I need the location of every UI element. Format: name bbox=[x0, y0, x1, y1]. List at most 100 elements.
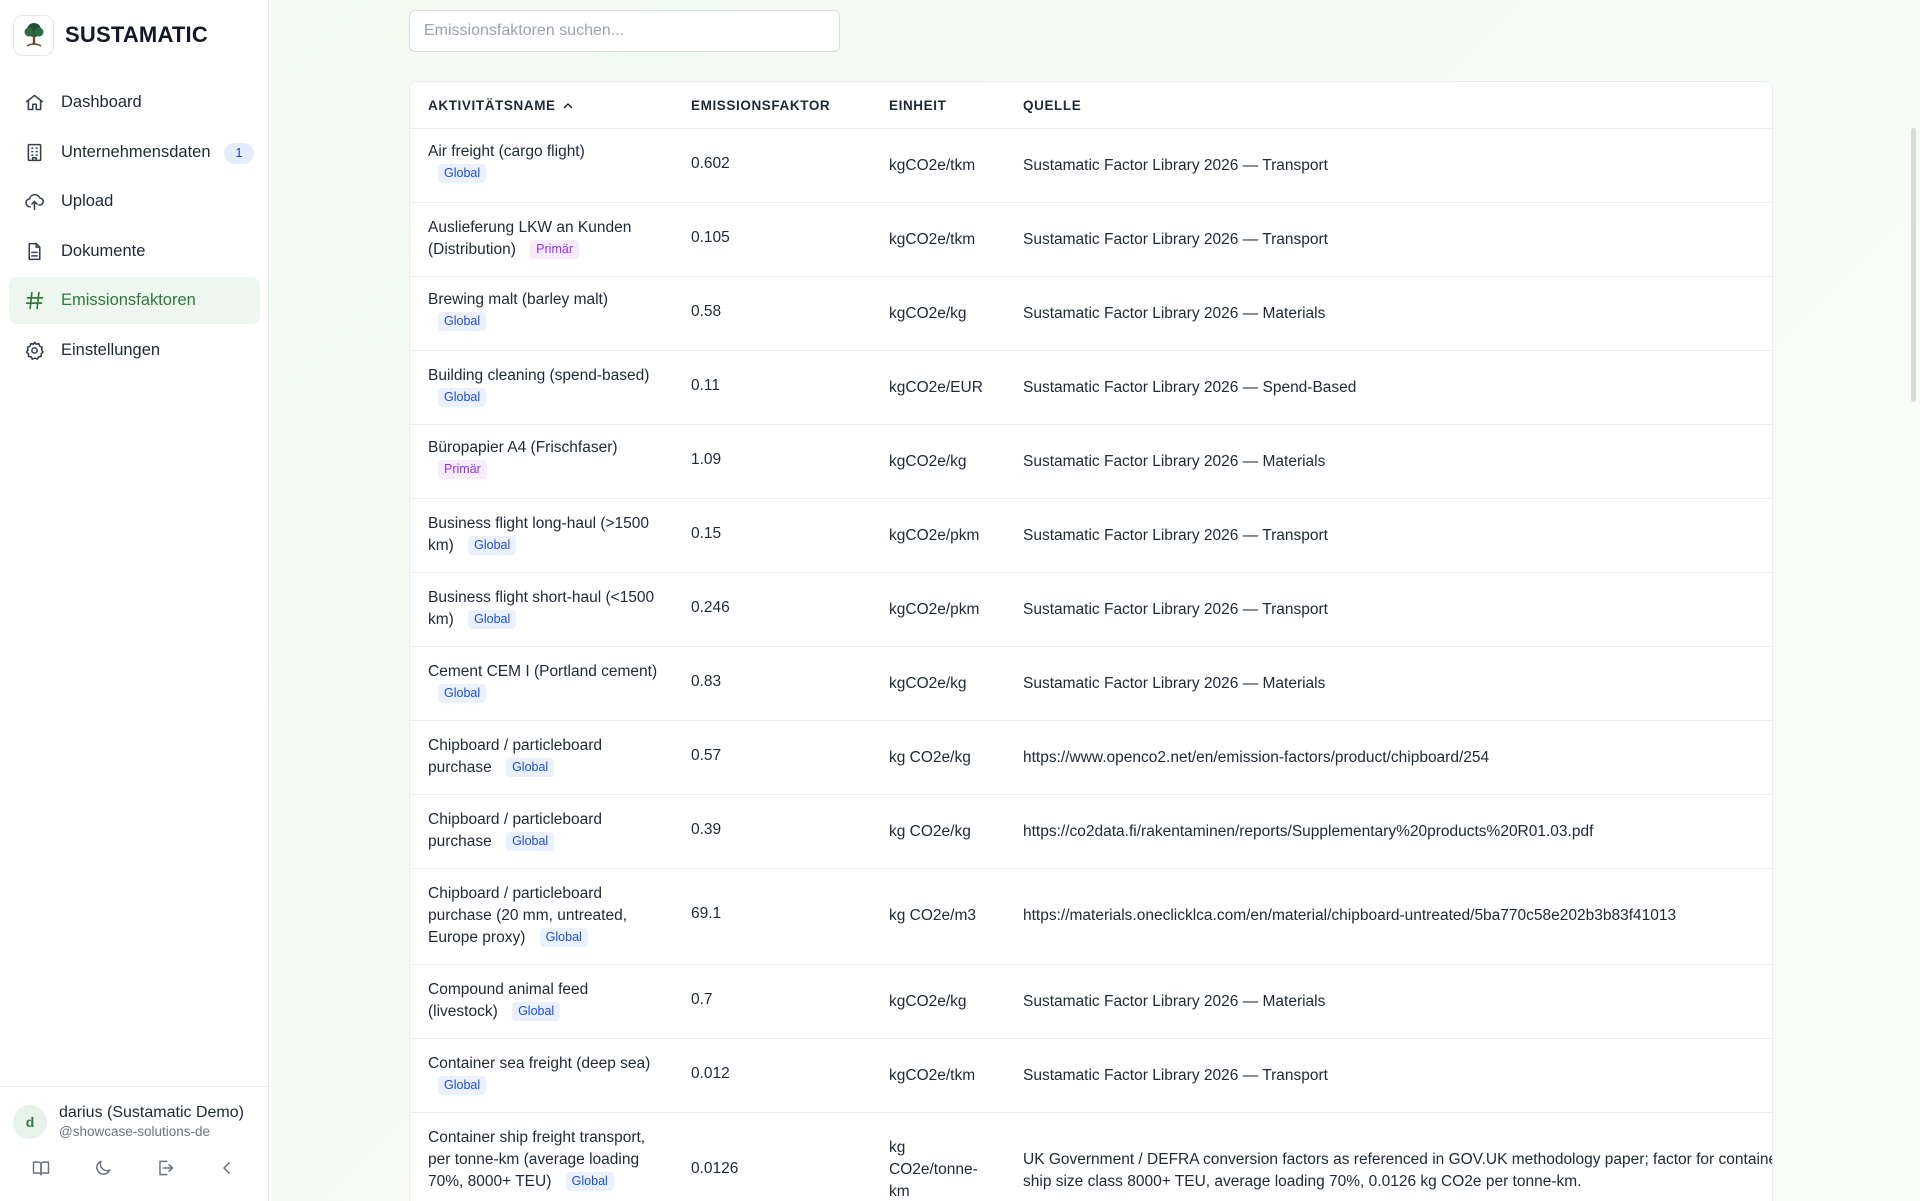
nav-item-einstellungen[interactable]: Einstellungen bbox=[9, 327, 260, 374]
scope-tag: Global bbox=[468, 610, 517, 629]
activity-name-text: Business flight short-haul (<1500 km) bbox=[428, 589, 655, 628]
search-input[interactable] bbox=[409, 10, 840, 52]
scope-tag: Global bbox=[438, 164, 487, 183]
source: https://co2data.fi/rakentaminen/reports/… bbox=[1023, 823, 1594, 840]
table-row[interactable]: Business flight short-haul (<1500 km) Gl… bbox=[410, 572, 1772, 646]
column-header-factor[interactable]: EMISSIONSFAKTOR bbox=[691, 98, 830, 113]
activity-name: Chipboard / particleboard purchase Globa… bbox=[428, 735, 658, 779]
table-row[interactable]: Chipboard / particleboard purchase Globa… bbox=[410, 720, 1772, 794]
nav-label: Einstellungen bbox=[61, 340, 161, 359]
nav-label: Upload bbox=[61, 192, 114, 210]
scope-tag: Global bbox=[438, 684, 487, 703]
source: Sustamatic Factor Library 2026 — Transpo… bbox=[1023, 1067, 1328, 1084]
user-handle: @showcase-solutions-de bbox=[59, 1124, 211, 1139]
emission-factor: 0.57 bbox=[691, 747, 722, 764]
hash-icon bbox=[25, 291, 44, 310]
activity-name: Business flight long-haul (>1500 km) Glo… bbox=[428, 513, 658, 557]
column-header-source[interactable]: QUELLE bbox=[1023, 98, 1081, 113]
activity-name: Building cleaning (spend-based) Global bbox=[428, 365, 658, 409]
table-row[interactable]: Building cleaning (spend-based) Global 0… bbox=[410, 350, 1772, 424]
column-header-unit[interactable]: EINHEIT bbox=[889, 98, 946, 113]
nav-item-dashboard[interactable]: Dashboard bbox=[9, 79, 260, 126]
unit: kgCO2e/pkm bbox=[889, 527, 980, 544]
avatar: d bbox=[13, 1104, 47, 1139]
activity-name: Brewing malt (barley malt) Global bbox=[428, 289, 658, 333]
nav-item-dokumente[interactable]: Dokumente bbox=[9, 228, 260, 275]
nav-item-upload[interactable]: Upload bbox=[9, 178, 260, 225]
column-header-label: AKTIVITÄTSNAME bbox=[428, 98, 556, 113]
brand[interactable]: SUSTAMATIC bbox=[13, 14, 208, 56]
table-row[interactable]: Chipboard / particleboard purchase (20 m… bbox=[410, 868, 1772, 964]
table-row[interactable]: Compound animal feed (livestock) Global … bbox=[410, 964, 1772, 1038]
emission-factors-table: AKTIVITÄTSNAME EMISSIONSFAKTOR EINHEIT Q… bbox=[409, 81, 1773, 1201]
activity-name-text: Container sea freight (deep sea) bbox=[428, 1055, 651, 1072]
scope-tag: Global bbox=[565, 1172, 614, 1191]
activity-name-text: Business flight long-haul (>1500 km) bbox=[428, 515, 650, 554]
unit: kgCO2e/kg bbox=[889, 305, 967, 322]
unit: kg CO2e/m3 bbox=[889, 907, 977, 924]
table-row[interactable]: Container ship freight transport, per to… bbox=[410, 1112, 1772, 1201]
gear-icon bbox=[25, 340, 44, 360]
table-header: AKTIVITÄTSNAME EMISSIONSFAKTOR EINHEIT Q… bbox=[410, 82, 1772, 128]
source: Sustamatic Factor Library 2026 — Materia… bbox=[1023, 675, 1326, 692]
scope-tag: Global bbox=[506, 758, 555, 777]
emission-factor: 0.15 bbox=[691, 525, 722, 542]
activity-name-text: Büropapier A4 (Frischfaser) bbox=[428, 439, 618, 456]
nav-label: Dokumente bbox=[61, 241, 146, 260]
nav-label: Dashboard bbox=[61, 93, 142, 111]
home-icon bbox=[25, 94, 44, 111]
table-row[interactable]: Air freight (cargo flight) Global 0.602 … bbox=[410, 128, 1772, 202]
nav-item-emissionsfaktoren[interactable]: Emissionsfaktoren bbox=[9, 277, 260, 324]
source: Sustamatic Factor Library 2026 — Transpo… bbox=[1023, 527, 1328, 544]
sidebar: SUSTAMATIC Dashboard Unternehmensdaten 1… bbox=[0, 0, 269, 1201]
scope-tag: Primär bbox=[530, 240, 579, 259]
unit: kg CO2e/kg bbox=[889, 823, 971, 840]
table-row[interactable]: Business flight long-haul (>1500 km) Glo… bbox=[410, 498, 1772, 572]
source: https://materials.oneclicklca.com/en/mat… bbox=[1023, 907, 1677, 924]
scope-tag: Global bbox=[438, 1076, 487, 1095]
source: Sustamatic Factor Library 2026 — Spend-B… bbox=[1023, 379, 1357, 396]
book-icon[interactable] bbox=[30, 1157, 52, 1179]
activity-name: Büropapier A4 (Frischfaser) Primär bbox=[428, 437, 658, 481]
building-icon bbox=[27, 143, 42, 161]
activity-name: Container sea freight (deep sea) Global bbox=[428, 1053, 658, 1097]
emission-factor: 69.1 bbox=[691, 905, 722, 922]
column-header-name[interactable]: AKTIVITÄTSNAME bbox=[428, 98, 574, 113]
chevron-left-icon[interactable] bbox=[216, 1157, 238, 1179]
moon-icon[interactable] bbox=[92, 1157, 114, 1179]
emission-factor: 0.012 bbox=[691, 1065, 730, 1082]
emission-factor: 0.83 bbox=[691, 673, 722, 690]
unit: kgCO2e/tkm bbox=[889, 157, 976, 174]
emission-factor: 0.39 bbox=[691, 821, 722, 838]
nav-label: Unternehmensdaten bbox=[61, 142, 211, 161]
brand-name: SUSTAMATIC bbox=[65, 22, 208, 47]
nav-item-unternehmensdaten[interactable]: Unternehmensdaten 1 bbox=[9, 129, 260, 176]
table-row[interactable]: Chipboard / particleboard purchase Globa… bbox=[410, 794, 1772, 868]
scrollbar[interactable] bbox=[1911, 128, 1916, 402]
emission-factor: 0.0126 bbox=[691, 1160, 739, 1177]
main-content: AKTIVITÄTSNAME EMISSIONSFAKTOR EINHEIT Q… bbox=[270, 0, 1920, 1201]
unit: kgCO2e/kg bbox=[889, 453, 967, 470]
table-row[interactable]: Auslieferung LKW an Kunden (Distribution… bbox=[410, 202, 1772, 276]
unit: kgCO2e/tkm bbox=[889, 231, 976, 248]
table-row[interactable]: Cement CEM I (Portland cement) Global 0.… bbox=[410, 646, 1772, 720]
unit: kgCO2e/tkm bbox=[889, 1067, 976, 1084]
emission-factor: 0.602 bbox=[691, 155, 730, 172]
unit: kgCO2e/kg bbox=[889, 993, 967, 1010]
activity-name-text: Brewing malt (barley malt) bbox=[428, 291, 609, 308]
scope-tag: Primär bbox=[438, 460, 487, 479]
source: Sustamatic Factor Library 2026 — Transpo… bbox=[1023, 601, 1328, 618]
logout-icon[interactable] bbox=[154, 1157, 176, 1179]
activity-name: Auslieferung LKW an Kunden (Distribution… bbox=[428, 217, 658, 261]
table-row[interactable]: Container sea freight (deep sea) Global … bbox=[410, 1038, 1772, 1112]
table-row[interactable]: Büropapier A4 (Frischfaser) Primär 1.09 … bbox=[410, 424, 1772, 498]
activity-name: Compound animal feed (livestock) Global bbox=[428, 979, 658, 1023]
activity-name: Chipboard / particleboard purchase Globa… bbox=[428, 809, 658, 853]
user-profile[interactable]: d darius (Sustamatic Demo) @showcase-sol… bbox=[0, 1086, 268, 1156]
activity-name: Cement CEM I (Portland cement) Global bbox=[428, 661, 658, 705]
table-row[interactable]: Brewing malt (barley malt) Global 0.58 k… bbox=[410, 276, 1772, 350]
chevron-up-icon bbox=[563, 102, 572, 108]
scope-tag: Global bbox=[506, 832, 555, 851]
emission-factor: 1.09 bbox=[691, 451, 722, 468]
activity-name: Chipboard / particleboard purchase (20 m… bbox=[428, 883, 658, 949]
